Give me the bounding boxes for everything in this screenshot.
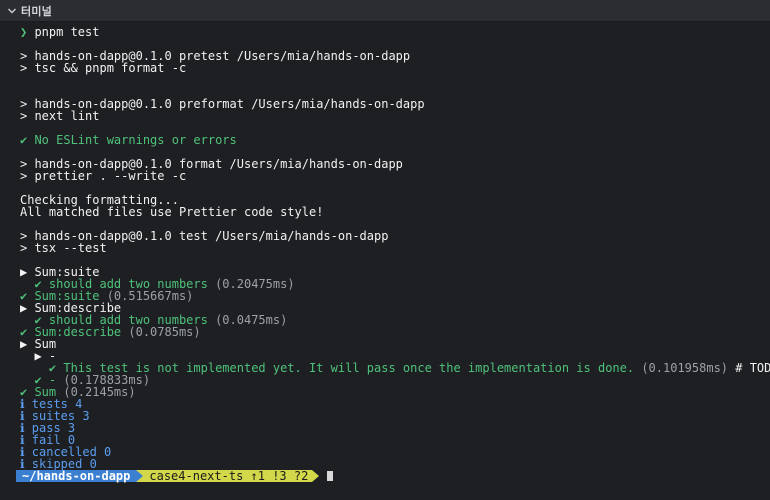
terminal-line: ❯ pnpm test	[20, 26, 770, 38]
terminal-panel-header[interactable]: 터미널	[0, 0, 770, 22]
terminal-line: ✔ No ESLint warnings or errors	[20, 134, 770, 146]
terminal-line: ℹ cancelled 0	[20, 446, 770, 458]
terminal-line: > next lint	[20, 110, 770, 122]
terminal-line-text: > prettier . --write -c	[20, 169, 187, 183]
terminal-line: ▶ Sum	[20, 338, 770, 350]
prompt-git-segment: case4-next-ts ↑1 !3 ?2	[143, 470, 313, 482]
terminal-line: ℹ suites 3	[20, 410, 770, 422]
powerline-separator-icon	[312, 470, 320, 482]
terminal-line: > tsx --test	[20, 242, 770, 254]
test-duration: (0.101958ms)	[634, 361, 729, 375]
terminal-line-text: ✔ No ESLint warnings or errors	[20, 133, 237, 147]
terminal-line: ℹ skipped 0	[20, 458, 770, 470]
terminal-line: ✔ Sum:suite (0.515667ms)	[20, 290, 770, 302]
text-cursor[interactable]	[327, 471, 334, 481]
terminal-line: ✔ Sum:describe (0.0785ms)	[20, 326, 770, 338]
terminal-line-text: All matched files use Prettier code styl…	[20, 205, 324, 219]
test-duration: (0.0785ms)	[121, 325, 201, 339]
terminal-line: ℹ fail 0	[20, 434, 770, 446]
todo-marker: # TODO	[735, 361, 770, 375]
terminal-line: ℹ tests 4	[20, 398, 770, 410]
terminal-line: All matched files use Prettier code styl…	[20, 206, 770, 218]
test-duration: (0.20475ms)	[207, 277, 295, 291]
shell-prompt-bar: ~/hands-on-dapp case4-next-ts ↑1 !3 ?2	[16, 470, 770, 482]
terminal-line-text: > next lint	[20, 109, 100, 123]
prompt-path-segment: ~/hands-on-dapp	[16, 470, 137, 482]
terminal-line-text: > tsx --test	[20, 241, 107, 255]
terminal-output[interactable]: ❯ pnpm test > hands-on-dapp@0.1.0 pretest…	[16, 26, 770, 500]
terminal-line: > hands-on-dapp@0.1.0 preformat /Users/m…	[20, 98, 770, 110]
terminal-line: > hands-on-dapp@0.1.0 test /Users/mia/ha…	[20, 230, 770, 242]
powerline-separator-icon	[136, 470, 144, 482]
test-duration: (0.0475ms)	[207, 313, 288, 327]
terminal-line: ℹ pass 3	[20, 422, 770, 434]
terminal-line: ✔ Sum (0.2145ms)	[20, 386, 770, 398]
panel-title: 터미널	[21, 4, 52, 18]
terminal-line-text: > tsc && pnpm format -c	[20, 61, 187, 75]
terminal-line: > prettier . --write -c	[20, 170, 770, 182]
chevron-down-icon[interactable]	[7, 6, 17, 16]
terminal-line-text: pnpm test	[27, 25, 100, 39]
terminal-line: > tsc && pnpm format -c	[20, 62, 770, 74]
